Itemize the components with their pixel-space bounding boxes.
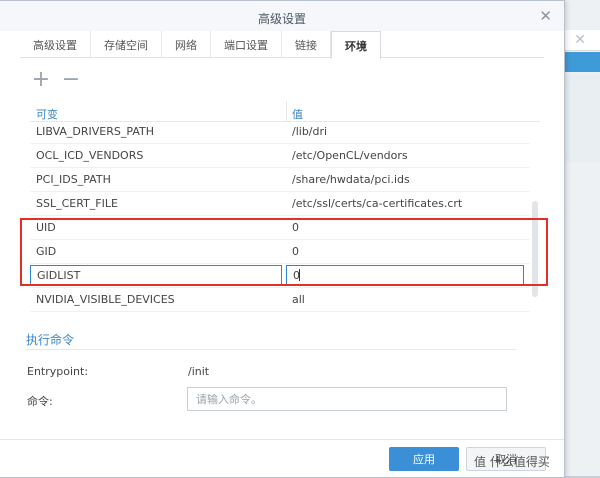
column-divider[interactable]: [286, 101, 287, 121]
tab-bar: 高级设置 存储空间 网络 端口设置 链接 环境: [20, 31, 544, 59]
table-row[interactable]: SSL_CERT_FILE /etc/ssl/certs/ca-certific…: [30, 191, 530, 216]
tab-environment[interactable]: 环境: [331, 31, 381, 59]
table-row[interactable]: NVIDIA_VISIBLE_DEVICES all: [30, 287, 530, 312]
apply-button[interactable]: 应用: [389, 447, 459, 471]
close-icon[interactable]: ✕: [539, 7, 552, 25]
table-row[interactable]: OCL_ICD_VENDORS /etc/OpenCL/vendors: [30, 143, 530, 168]
table-row[interactable]: GID 0: [30, 239, 530, 264]
footer-divider: [0, 439, 564, 440]
env-value: /share/hwdata/pci.ids: [292, 173, 410, 186]
env-value: all: [292, 293, 305, 306]
env-key: PCI_IDS_PATH: [36, 173, 111, 186]
advanced-settings-dialog: 高级设置 ✕ 高级设置 存储空间 网络 端口设置 链接 环境 + − 可变 值 …: [0, 0, 565, 478]
minus-icon[interactable]: −: [60, 69, 82, 93]
env-table: 可变 值 LIBVA_DRIVERS_PATH /lib/dri OCL_ICD…: [30, 101, 540, 315]
env-value: /etc/ssl/certs/ca-certificates.crt: [292, 197, 463, 210]
table-row[interactable]: PCI_IDS_PATH /share/hwdata/pci.ids: [30, 167, 530, 192]
table-scrollbar[interactable]: [532, 201, 538, 297]
tab-links[interactable]: 链接: [282, 31, 331, 57]
env-key: GIDLIST: [37, 269, 81, 282]
table-row[interactable]: LIBVA_DRIVERS_PATH /lib/dri: [30, 119, 530, 144]
command-input[interactable]: [187, 387, 507, 411]
tab-network[interactable]: 网络: [162, 31, 211, 57]
env-key: UID: [36, 221, 56, 234]
tab-advanced-settings[interactable]: 高级设置: [20, 31, 91, 57]
env-key: NVIDIA_VISIBLE_DEVICES: [36, 293, 175, 306]
entrypoint-value: /init: [188, 365, 210, 378]
table-row-editing[interactable]: GIDLIST 0: [30, 263, 530, 288]
background-close-icon: ✕: [574, 32, 586, 48]
env-value: 0: [292, 245, 299, 258]
watermark-text: 值 什么值得买: [474, 455, 550, 469]
env-value: /etc/OpenCL/vendors: [292, 149, 408, 162]
entrypoint-label: Entrypoint:: [27, 365, 89, 378]
env-key: OCL_ICD_VENDORS: [36, 149, 144, 162]
text-caret: [299, 269, 300, 281]
tab-port-settings[interactable]: 端口设置: [211, 31, 282, 57]
env-value-input[interactable]: 0: [286, 265, 524, 285]
env-value: /lib/dri: [292, 125, 328, 138]
dialog-title: 高级设置: [257, 12, 306, 26]
dialog-title-bar: 高级设置 ✕: [0, 1, 564, 31]
command-label: 命令:: [27, 395, 53, 408]
table-row[interactable]: UID 0: [30, 215, 530, 240]
background-panel-block: [564, 74, 600, 162]
plus-icon[interactable]: +: [30, 69, 52, 93]
tab-storage[interactable]: 存储空间: [91, 31, 162, 57]
env-key: SSL_CERT_FILE: [36, 197, 118, 210]
env-value: 0: [292, 221, 299, 234]
env-key: LIBVA_DRIVERS_PATH: [36, 125, 154, 138]
env-key: GID: [36, 245, 57, 258]
command-section-title: 执行命令: [26, 333, 75, 347]
env-key-input[interactable]: GIDLIST: [30, 265, 282, 285]
background-selected-row: [564, 52, 600, 72]
section-divider: [26, 349, 516, 350]
